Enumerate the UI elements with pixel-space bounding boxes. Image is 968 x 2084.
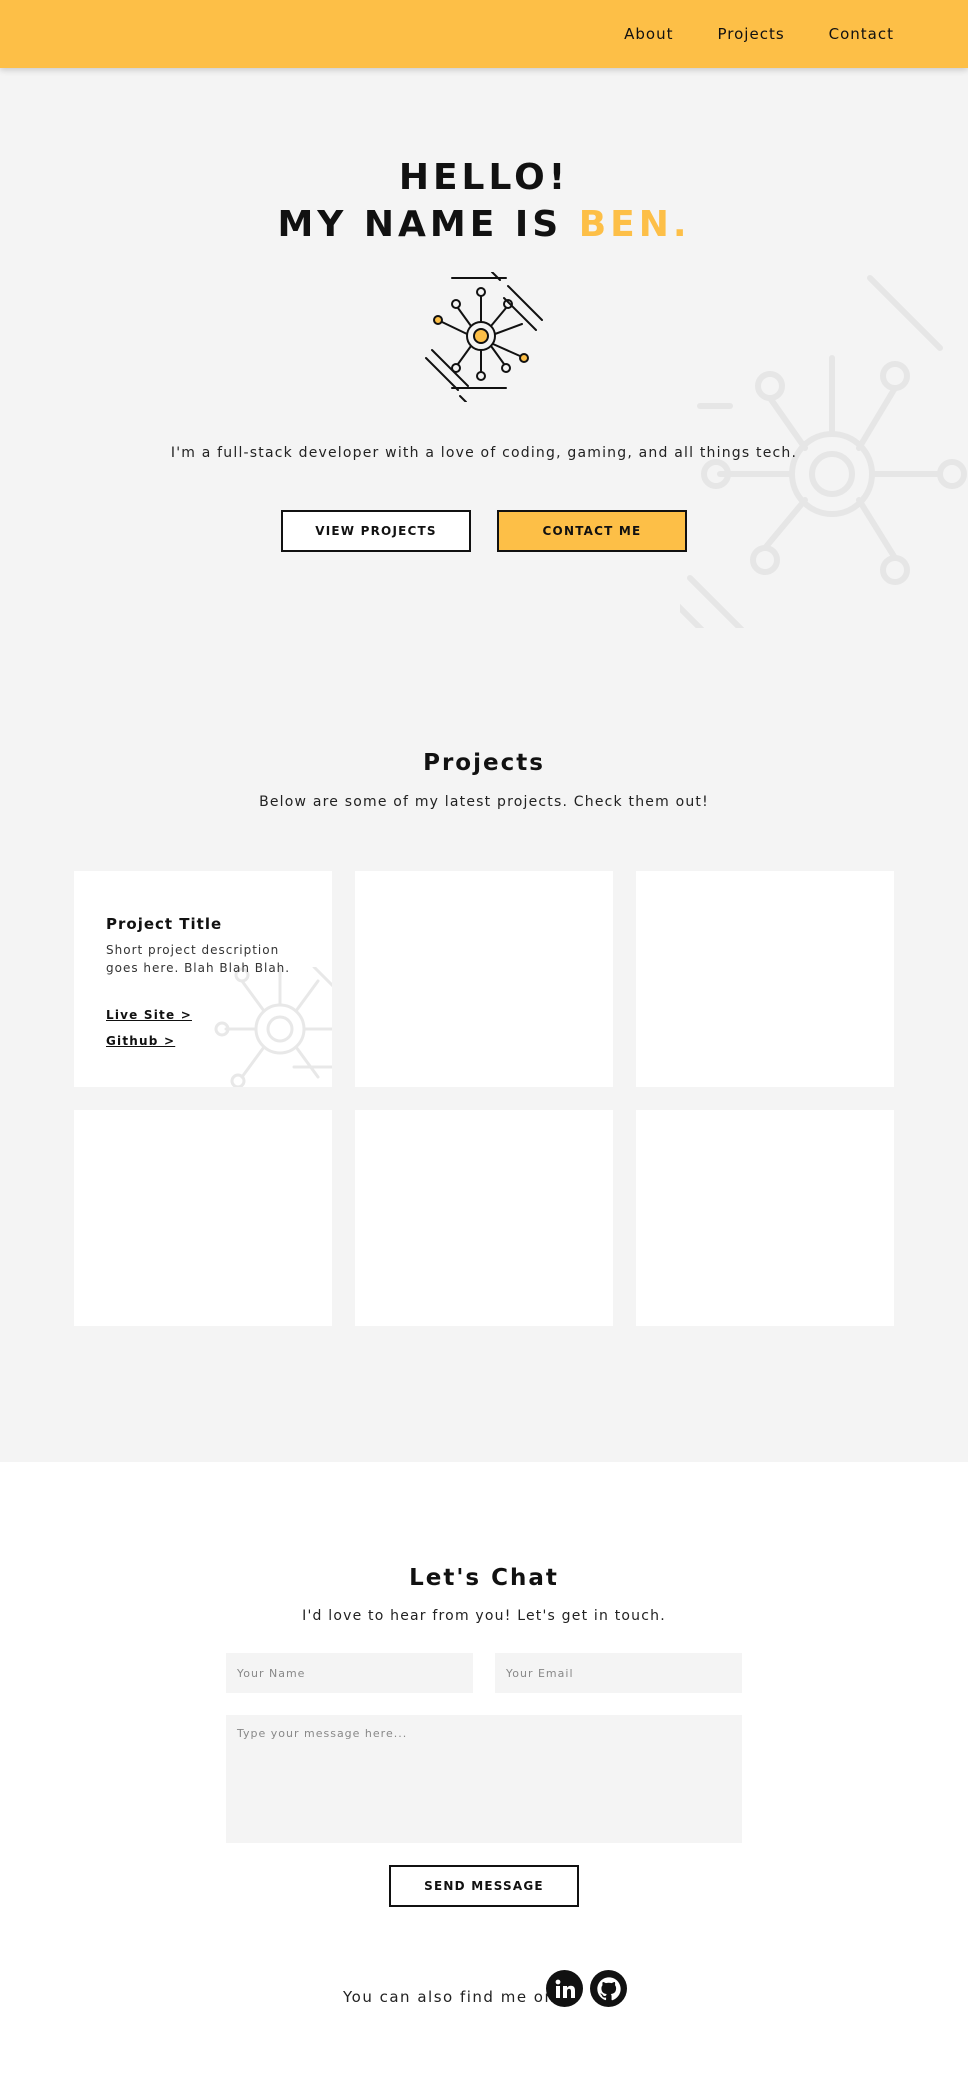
project-card-title: Project Title — [106, 915, 223, 933]
contact-me-button[interactable]: CONTACT ME — [497, 510, 687, 552]
projects-section: Projects Below are some of my latest pro… — [0, 688, 968, 1462]
contact-section: Let's Chat I'd love to hear from you! Le… — [0, 1462, 968, 2084]
nav-about-link[interactable]: About — [624, 25, 673, 43]
message-textarea[interactable] — [226, 1715, 742, 1843]
send-message-button[interactable]: SEND MESSAGE — [389, 1865, 579, 1907]
main-nav: About Projects Contact — [624, 0, 894, 68]
nav-contact-link[interactable]: Contact — [829, 25, 894, 43]
project-live-site-link[interactable]: Live Site > — [106, 1008, 192, 1022]
github-icon[interactable] — [590, 1970, 627, 2007]
hero-name-prefix: MY NAME IS — [277, 204, 579, 245]
circuit-chip-icon — [425, 272, 543, 402]
email-input[interactable] — [495, 1653, 742, 1693]
hero-section: HELLO! MY NAME IS BEN. I'm a full-stack … — [0, 68, 968, 688]
project-card[interactable] — [74, 1110, 332, 1326]
project-card[interactable] — [355, 871, 613, 1087]
project-github-link[interactable]: Github > — [106, 1034, 175, 1048]
hero-greeting: HELLO! — [398, 157, 570, 198]
hero-name-line: MY NAME IS BEN. — [0, 201, 968, 249]
projects-title: Projects — [423, 750, 545, 776]
project-card[interactable] — [636, 871, 894, 1087]
projects-subtitle: Below are some of my latest projects. Ch… — [259, 794, 709, 810]
social-text: You can also find me on — [343, 1988, 556, 2006]
contact-title: Let's Chat — [409, 1565, 559, 1591]
contact-subtitle: I'd love to hear from you! Let's get in … — [302, 1608, 666, 1624]
hero-name-accent: BEN. — [578, 204, 691, 245]
hero-description: I'm a full-stack developer with a love o… — [170, 445, 798, 461]
view-projects-button[interactable]: VIEW PROJECTS — [281, 510, 471, 552]
project-card[interactable] — [636, 1110, 894, 1326]
linkedin-icon[interactable] — [546, 1970, 583, 2007]
circuit-watermark-icon — [214, 967, 332, 1087]
project-card[interactable]: Project Title Short project description … — [74, 871, 332, 1087]
project-card-description: Short project description goes here. Bla… — [106, 943, 291, 975]
name-input[interactable] — [226, 1653, 473, 1693]
project-card[interactable] — [355, 1110, 613, 1326]
nav-projects-link[interactable]: Projects — [718, 25, 785, 43]
site-header: About Projects Contact — [0, 0, 968, 68]
